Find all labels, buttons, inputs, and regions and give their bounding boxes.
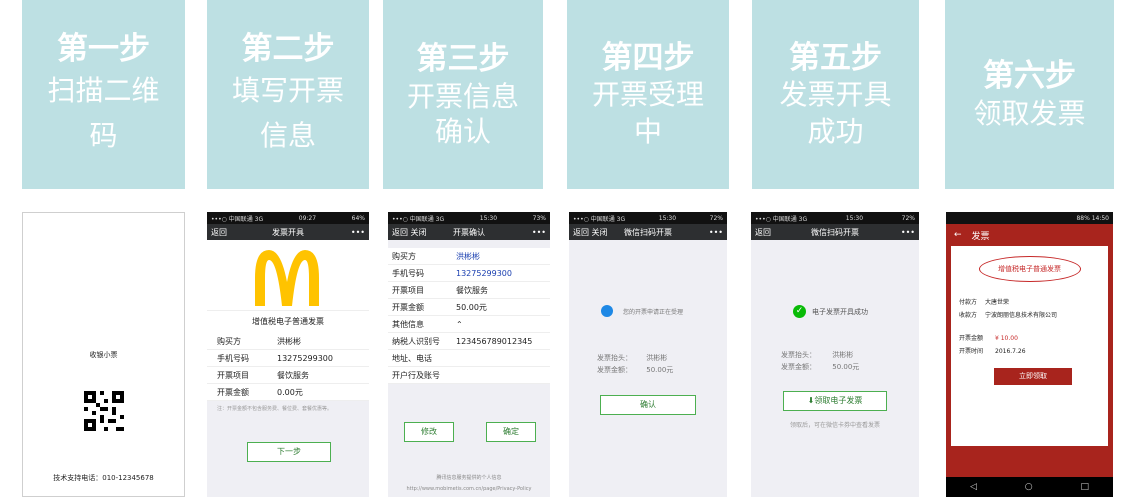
field-row: 开票金额 50.00元 bbox=[388, 299, 550, 316]
back-triangle-icon[interactable]: ◁ bbox=[970, 482, 977, 492]
status-bar: 88% 14:50 bbox=[946, 212, 1113, 224]
receipt-label: 收银小票 bbox=[89, 351, 118, 359]
step-4-tile: 第四步 开票受理 中 bbox=[567, 0, 729, 189]
clock-icon bbox=[601, 305, 613, 317]
invoice-title-stamp: 增值税电子普通发票 bbox=[978, 256, 1081, 282]
status-message: ✓ 电子发票开具成功 bbox=[793, 305, 868, 318]
field-row: 购买方 洪彬彬 bbox=[388, 248, 550, 265]
step-title: 第二步 bbox=[241, 31, 335, 68]
step-title: 第三步 bbox=[416, 41, 510, 78]
nav-bar: 返回 关闭 微信扫码开票 ••• bbox=[569, 224, 727, 240]
step-description: 扫描二维 码 bbox=[47, 74, 160, 152]
step-title: 第六步 bbox=[983, 57, 1076, 94]
screenshot-receipt: 收银小票 技术支持电话：010-12345678 bbox=[22, 212, 185, 497]
invoice-note: 注：开票金额不包含服务费、餐位费、套餐优惠等。 bbox=[217, 406, 333, 412]
step-3-tile: 第三步 开票信息 确认 bbox=[383, 0, 543, 189]
field-row: 纳税人识别号 123456789012345 bbox=[388, 333, 550, 350]
nav-bar: 返回 微信扫码开票 ••• bbox=[751, 224, 919, 240]
invoice-summary: 发票抬头： 洪彬彬 发票金额： 50.00元 bbox=[597, 354, 674, 374]
privacy-link[interactable]: http://www.mobimetis.com.cn/page/Privacy… bbox=[388, 486, 550, 492]
step-description: 开票信息 确认 bbox=[406, 79, 519, 148]
field-row: 地址、电话 bbox=[388, 350, 550, 367]
step-description: 领取发票 bbox=[973, 96, 1086, 130]
mcdonalds-logo bbox=[207, 240, 369, 310]
step-description: 发票开具 成功 bbox=[779, 78, 892, 148]
step-description: 开票受理 中 bbox=[591, 78, 704, 148]
field-row[interactable]: 开票项目 餐饮服务 bbox=[207, 367, 369, 384]
tip-text: 领取后，可在微信卡券中查看发票 bbox=[789, 422, 880, 429]
status-bar: •••○ 中国联通 3G 15:30 72% bbox=[569, 212, 727, 224]
step-title: 第四步 bbox=[601, 39, 695, 76]
field-row[interactable]: 手机号码 13275299300 bbox=[207, 350, 369, 367]
step-title: 第五步 bbox=[789, 39, 882, 76]
status-bar: •••○ 中国联通 3G 15:30 73% bbox=[388, 212, 550, 224]
nav-title: 发票 bbox=[971, 231, 990, 242]
step-description: 填写开票 信息 bbox=[231, 74, 344, 152]
invoice-summary: 发票抬头： 洪彬彬 发票金额： 50.00元 bbox=[781, 351, 860, 371]
step-1-tile: 第一步 扫描二维 码 bbox=[22, 0, 185, 189]
status-bar: •••○ 中国联通 3G 15:30 72% bbox=[751, 212, 919, 224]
step-title: 第一步 bbox=[57, 31, 150, 68]
screenshot-confirm: •••○ 中国联通 3G 15:30 73% 返回 关闭 开票确认 ••• 购买方洪… bbox=[388, 212, 550, 497]
nav-title: 发票开具 bbox=[272, 227, 304, 237]
field-row[interactable]: 开票金额 0.00元 bbox=[207, 384, 369, 401]
support-phone: 技术支持电话：010-12345678 bbox=[53, 474, 154, 482]
screenshot-invoice-card: 88% 14:50 ← 发票 增值税电子普通发票 付款方 大唐世荣 收款方 宁波朗丽… bbox=[946, 212, 1113, 497]
claim-button[interactable]: 立即领取 bbox=[994, 368, 1072, 385]
status-message: 您的开票申请正在受理 bbox=[601, 305, 683, 317]
field-row: 开户行及账号 bbox=[388, 367, 550, 384]
privacy-text: 腾讯信息服务提供的个人信息 bbox=[436, 475, 502, 481]
android-nav-bar: ◁ ○ □ bbox=[946, 477, 1113, 497]
screenshot-processing: •••○ 中国联通 3G 15:30 72% 返回 关闭 微信扫码开票 ••• 您的… bbox=[569, 212, 727, 497]
step-6-tile: 第六步 领取发票 bbox=[945, 0, 1114, 189]
invoice-details: 付款方 大唐世荣 收款方 宁波朗丽信息技术有限公司 开票金额 ¥ 10.00 开票时间… bbox=[959, 299, 1058, 355]
back-arrow-icon[interactable]: ← bbox=[954, 230, 962, 240]
invoice-card: 增值税电子普通发票 付款方 大唐世荣 收款方 宁波朗丽信息技术有限公司 开票金额 ¥ … bbox=[951, 246, 1108, 446]
step-5-tile: 第五步 发票开具 成功 bbox=[752, 0, 919, 189]
confirm-button[interactable]: 确认 bbox=[600, 395, 696, 415]
step-2-tile: 第二步 填写开票 信息 bbox=[207, 0, 369, 189]
get-invoice-button[interactable]: ⬇领取电子发票 bbox=[783, 391, 887, 411]
screenshot-success: •••○ 中国联通 3G 15:30 72% 返回 微信扫码开票 ••• ✓ 电子发… bbox=[751, 212, 919, 497]
field-row: 开票项目 餐饮服务 bbox=[388, 282, 550, 299]
nav-bar: ← 发票 bbox=[946, 224, 1113, 246]
recents-square-icon[interactable]: □ bbox=[1081, 482, 1090, 492]
modify-button[interactable]: 修改 bbox=[404, 422, 454, 442]
invoice-title: 增值税电子普通发票 bbox=[207, 310, 369, 333]
nav-title: 微信扫码开票 bbox=[624, 227, 672, 237]
nav-title: 微信扫码开票 bbox=[811, 227, 859, 237]
field-row[interactable]: 购买方 洪彬彬 bbox=[207, 333, 369, 350]
check-icon: ✓ bbox=[793, 305, 806, 318]
mcdonalds-arches-icon bbox=[255, 250, 319, 306]
field-row[interactable]: 其他信息 ⌃ bbox=[388, 316, 550, 333]
invoice-fields: 购买方 洪彬彬 手机号码 13275299300 开票项目 餐饮服务 开票金额 0.00… bbox=[207, 333, 369, 401]
confirm-fields: 购买方 洪彬彬 手机号码 13275299300 开票项目 餐饮服务 开票金额 50.0… bbox=[388, 248, 550, 384]
next-step-button[interactable]: 下一步 bbox=[247, 442, 331, 462]
nav-bar: 返回 发票开具 ••• bbox=[207, 224, 369, 240]
confirm-button[interactable]: 确定 bbox=[486, 422, 536, 442]
qr-code-icon bbox=[84, 391, 124, 431]
status-bar: •••○ 中国联通 3G 09:27 64% bbox=[207, 212, 369, 224]
home-circle-icon[interactable]: ○ bbox=[1025, 482, 1033, 492]
nav-title: 开票确认 bbox=[453, 227, 485, 237]
screenshot-invoice-form: •••○ 中国联通 3G 09:27 64% 返回 发票开具 ••• 增值税电子普通… bbox=[207, 212, 369, 497]
nav-bar: 返回 关闭 开票确认 ••• bbox=[388, 224, 550, 240]
field-row: 手机号码 13275299300 bbox=[388, 265, 550, 282]
